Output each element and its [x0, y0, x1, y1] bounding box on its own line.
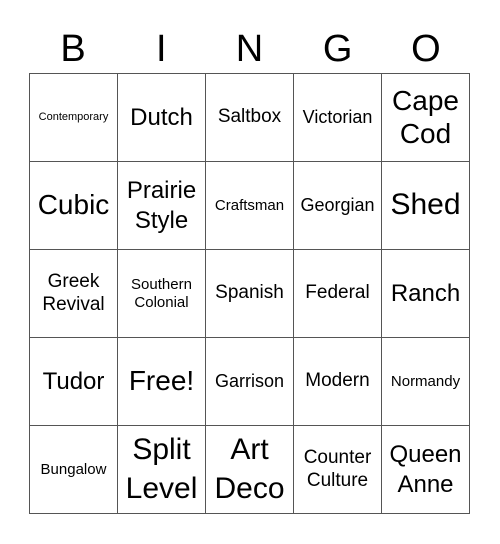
bingo-cell[interactable]: Southern Colonial [118, 250, 206, 338]
bingo-cell[interactable]: Spanish [206, 250, 294, 338]
bingo-cell[interactable]: Georgian [294, 162, 382, 250]
bingo-cell[interactable]: Art Deco [206, 426, 294, 514]
bingo-cell[interactable]: Split Level [118, 426, 206, 514]
header-letter-i: I [156, 28, 167, 70]
bingo-cell-free[interactable]: Free! [118, 338, 206, 426]
header-letter-o: O [411, 28, 441, 70]
bingo-cell[interactable]: Normandy [382, 338, 470, 426]
bingo-cell[interactable]: Counter Culture [294, 426, 382, 514]
bingo-cell[interactable]: Modern [294, 338, 382, 426]
bingo-cell[interactable]: Federal [294, 250, 382, 338]
bingo-cell[interactable]: Cape Cod [382, 74, 470, 162]
bingo-cell[interactable]: Victorian [294, 74, 382, 162]
bingo-cell[interactable]: Garrison [206, 338, 294, 426]
bingo-cell[interactable]: Shed [382, 162, 470, 250]
bingo-cell[interactable]: Dutch [118, 74, 206, 162]
bingo-cell[interactable]: Contemporary [30, 74, 118, 162]
bingo-cell[interactable]: Bungalow [30, 426, 118, 514]
header-letter-n: N [235, 28, 264, 70]
bingo-board: Contemporary Dutch Saltbox Victorian Cap… [29, 73, 470, 514]
header-letter-b: B [60, 28, 86, 70]
bingo-cell[interactable]: Ranch [382, 250, 470, 338]
bingo-cell[interactable]: Prairie Style [118, 162, 206, 250]
bingo-header: B I N G O [29, 24, 470, 74]
bingo-cell[interactable]: Cubic [30, 162, 118, 250]
bingo-cell[interactable]: Craftsman [206, 162, 294, 250]
bingo-cell[interactable]: Saltbox [206, 74, 294, 162]
bingo-cell[interactable]: Queen Anne [382, 426, 470, 514]
bingo-cell[interactable]: Greek Revival [30, 250, 118, 338]
header-letter-g: G [322, 28, 353, 70]
bingo-cell[interactable]: Tudor [30, 338, 118, 426]
